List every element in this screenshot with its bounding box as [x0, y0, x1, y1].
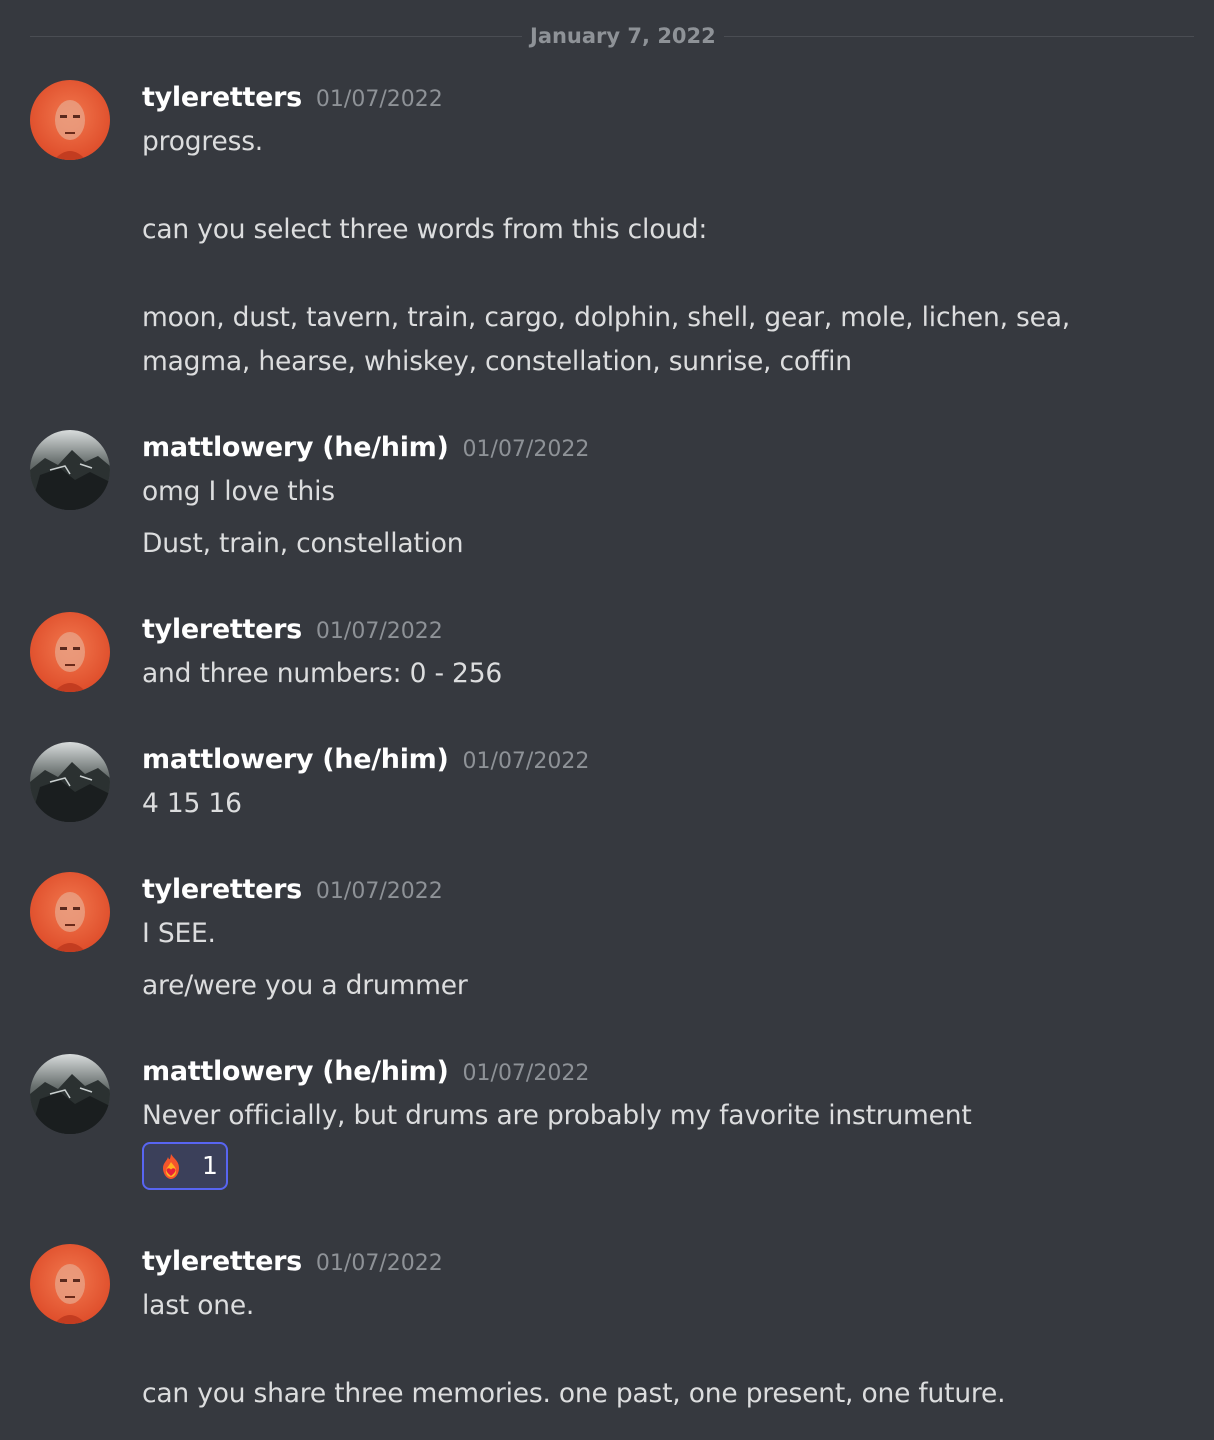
avatar[interactable]	[30, 430, 110, 510]
username[interactable]: mattlowery (he/him)	[142, 744, 449, 775]
avatar[interactable]	[30, 612, 110, 692]
timestamp: 01/07/2022	[462, 1061, 590, 1086]
message-text: magma, hearse, whiskey, constellation, s…	[142, 346, 852, 377]
fire-heart-icon	[163, 1154, 179, 1179]
username[interactable]: tyleretters	[142, 82, 302, 113]
message-text: last one.	[142, 1290, 255, 1321]
timestamp: 01/07/2022	[315, 619, 443, 644]
message-text: progress.	[142, 126, 264, 157]
message-text: are/were you a drummer	[142, 970, 468, 1001]
message-header: tyleretters 01/07/2022	[142, 1245, 443, 1282]
username[interactable]: tyleretters	[142, 1246, 302, 1277]
timestamp: 01/07/2022	[462, 437, 590, 462]
message-text: Dust, train, constellation	[142, 528, 464, 559]
message-header: tyleretters 01/07/2022	[142, 613, 443, 650]
date-divider: January 7, 2022	[522, 22, 724, 50]
message-text: omg I love this	[142, 476, 335, 507]
avatar[interactable]	[30, 872, 110, 952]
username[interactable]: tyleretters	[142, 874, 302, 905]
message-header: mattlowery (he/him) 01/07/2022	[142, 431, 589, 468]
timestamp: 01/07/2022	[462, 749, 590, 774]
avatar[interactable]	[30, 1244, 110, 1324]
avatar[interactable]	[30, 1054, 110, 1134]
message-text: and three numbers: 0 - 256	[142, 658, 503, 689]
username[interactable]: mattlowery (he/him)	[142, 432, 449, 463]
message-header: tyleretters 01/07/2022	[142, 81, 443, 118]
avatar[interactable]	[30, 80, 110, 160]
message-header: tyleretters 01/07/2022	[142, 873, 443, 910]
username[interactable]: mattlowery (he/him)	[142, 1056, 449, 1087]
message-text: I SEE.	[142, 918, 216, 949]
message-text: moon, dust, tavern, train, cargo, dolphi…	[142, 302, 1071, 333]
message-text: can you select three words from this clo…	[142, 214, 708, 245]
reaction-count: 1	[202, 1151, 218, 1180]
reaction-button[interactable]: 1	[142, 1142, 228, 1190]
message-text: 4 15 16	[142, 788, 242, 819]
timestamp: 01/07/2022	[315, 879, 443, 904]
message-text: Never officially, but drums are probably…	[142, 1100, 972, 1131]
message-text: can you share three memories. one past, …	[142, 1378, 1006, 1409]
avatar[interactable]	[30, 742, 110, 822]
timestamp: 01/07/2022	[315, 1251, 443, 1276]
username[interactable]: tyleretters	[142, 614, 302, 645]
message-header: mattlowery (he/him) 01/07/2022	[142, 1055, 589, 1092]
timestamp: 01/07/2022	[315, 87, 443, 112]
message-header: mattlowery (he/him) 01/07/2022	[142, 743, 589, 780]
